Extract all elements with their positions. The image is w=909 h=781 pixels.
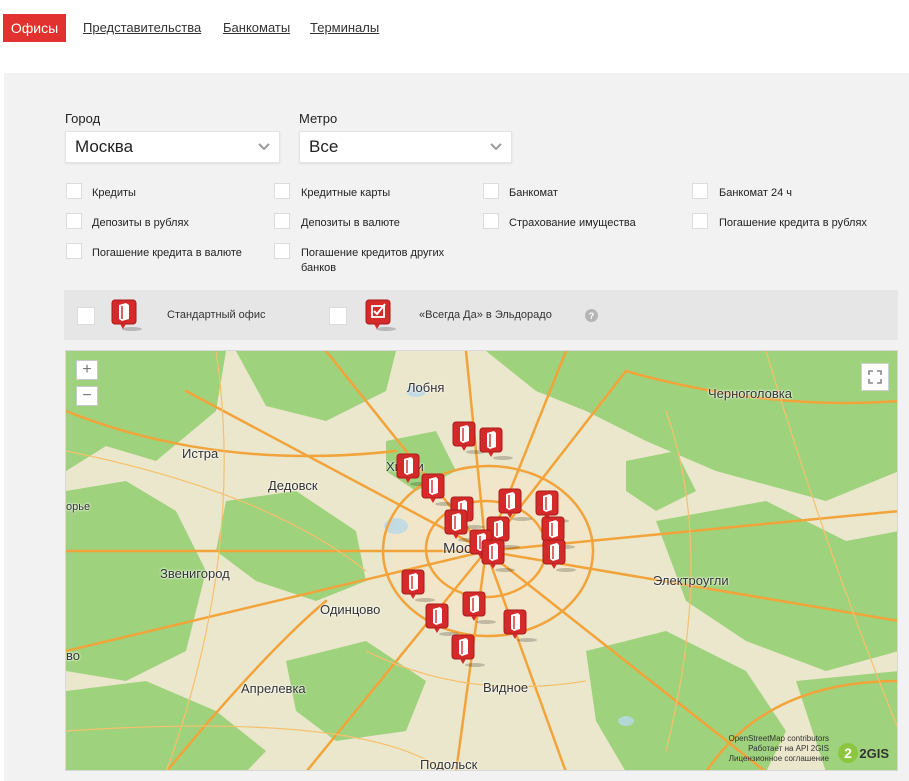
metro-label: Метро xyxy=(299,111,338,126)
checkbox-label: Погашение кредита в валюте xyxy=(92,247,242,259)
2gis-logo-icon: 2 xyxy=(838,743,859,763)
chevron-down-icon xyxy=(490,143,502,151)
checkbox-other-banks-repay[interactable] xyxy=(274,243,290,259)
city-label: Апрелевка xyxy=(241,681,306,696)
eldorado-icon xyxy=(365,299,396,331)
zoom-in-button[interactable]: + xyxy=(76,360,98,380)
zoom-out-button[interactable]: − xyxy=(76,386,98,406)
checkbox-property-insurance[interactable] xyxy=(483,213,499,229)
city-label: Видное xyxy=(483,680,529,695)
city-select-value: Москва xyxy=(75,137,134,156)
standard-office-label: Стандартный офис xyxy=(167,309,266,321)
checkbox-label: Кредитные карты xyxy=(301,187,391,199)
fullscreen-icon xyxy=(868,370,882,384)
city-label: Черноголовка xyxy=(708,386,793,401)
office-marker-icon[interactable] xyxy=(451,634,485,668)
city-label: орье xyxy=(66,501,91,513)
office-marker-icon[interactable] xyxy=(542,539,576,573)
tab-offices[interactable]: Офисы xyxy=(3,14,66,42)
2gis-logo-text: 2GIS xyxy=(859,745,889,761)
checkbox-atm[interactable] xyxy=(483,183,499,199)
city-label: Истра xyxy=(182,446,219,461)
checkbox-deposits-currency[interactable] xyxy=(274,213,290,229)
city-label: Звенигород xyxy=(160,566,230,581)
attribution-api[interactable]: Работает на API 2GIS xyxy=(729,744,829,754)
checkbox-credits[interactable] xyxy=(66,183,82,199)
svg-text:2: 2 xyxy=(844,745,852,761)
map[interactable]: Лобня Черноголовка Истра Химки Дедовск М… xyxy=(65,350,898,771)
checkbox-label: Погашение кредитов других банков xyxy=(301,247,445,274)
tab-atms[interactable]: Банкоматы xyxy=(223,20,290,35)
eldorado-label: «Всегда Да» в Эльдорадо xyxy=(419,309,552,321)
checkbox-standard-office[interactable] xyxy=(77,307,95,325)
2gis-logo: 2 2GIS xyxy=(837,742,889,764)
checkbox-label: Погашение кредита в рублях xyxy=(719,217,867,229)
checkbox-label: Банкомат xyxy=(509,187,558,199)
metro-select-value: Все xyxy=(309,137,339,156)
map-attribution: OpenStreetMap contributors Работает на A… xyxy=(729,734,830,764)
office-marker-icon[interactable] xyxy=(462,591,496,625)
help-icon[interactable]: ? xyxy=(585,309,598,322)
city-label: Лобня xyxy=(407,380,445,395)
chevron-down-icon xyxy=(258,143,270,151)
checkbox-loan-repay-currency[interactable] xyxy=(66,243,82,259)
checkbox-credit-cards[interactable] xyxy=(274,183,290,199)
city-label: Подольск xyxy=(420,757,478,771)
attribution-license[interactable]: Лицензионное соглашение xyxy=(729,754,829,764)
checkbox-label: Страхование имущества xyxy=(509,217,636,229)
office-marker-icon[interactable] xyxy=(503,609,537,643)
metro-select[interactable]: Все xyxy=(299,131,512,163)
tab-representatives[interactable]: Представительства xyxy=(83,20,201,35)
checkbox-label: Кредиты xyxy=(92,187,136,199)
fullscreen-button[interactable] xyxy=(861,363,889,391)
checkbox-deposits-rub[interactable] xyxy=(66,213,82,229)
office-marker-icon[interactable] xyxy=(425,603,459,637)
checkbox-label: Депозиты в валюте xyxy=(301,217,400,229)
standard-office-icon xyxy=(111,299,142,331)
city-label: Электроугли xyxy=(653,573,729,588)
city-label: во xyxy=(66,648,80,663)
tab-terminals[interactable]: Терминалы xyxy=(310,20,379,35)
checkbox-atm-24h[interactable] xyxy=(692,183,708,199)
city-label: Дедовск xyxy=(268,478,318,493)
checkbox-label: Депозиты в рублях xyxy=(92,217,189,229)
checkbox-loan-repay-rub[interactable] xyxy=(692,213,708,229)
attribution-osm[interactable]: OpenStreetMap contributors xyxy=(729,734,830,744)
city-label: Город xyxy=(65,111,101,126)
city-select[interactable]: Москва xyxy=(65,131,280,163)
office-marker-icon[interactable] xyxy=(401,569,435,603)
checkbox-label: Банкомат 24 ч xyxy=(719,187,793,199)
city-label: Одинцово xyxy=(320,602,381,617)
office-marker-icon[interactable] xyxy=(481,539,515,573)
checkbox-eldorado[interactable] xyxy=(329,307,347,325)
office-marker-icon[interactable] xyxy=(479,427,513,461)
